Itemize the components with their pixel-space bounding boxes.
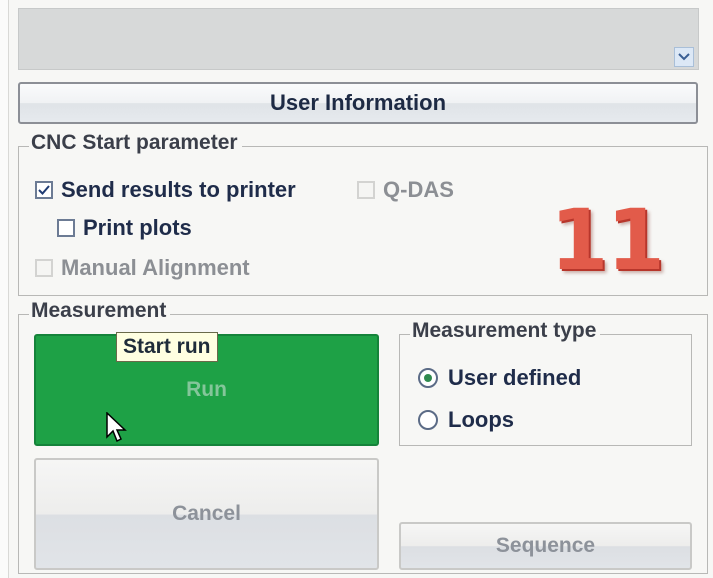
measurement-group-title: Measurement (29, 299, 171, 323)
user-information-label: User Information (269, 90, 447, 115)
radio-selected-dot (424, 374, 432, 382)
send-results-checkbox-row[interactable]: Send results to printer (35, 177, 296, 203)
start-run-tooltip: Start run (116, 332, 218, 362)
manual-alignment-label: Manual Alignment (61, 255, 250, 280)
sequence-button[interactable]: Sequence (399, 522, 692, 570)
measurement-type-title: Measurement type (410, 319, 601, 343)
checkmark-icon (38, 185, 50, 195)
manual-alignment-checkbox[interactable] (35, 259, 53, 277)
user-defined-label: User defined (448, 365, 582, 390)
sequence-label: Sequence (495, 534, 596, 557)
qdas-checkbox-row[interactable]: Q-DAS (357, 177, 454, 203)
run-label: Run (186, 378, 227, 401)
manual-alignment-checkbox-row[interactable]: Manual Alignment (35, 255, 250, 281)
panel: User Information CNC Start parameter Sen… (0, 0, 713, 578)
qdas-label: Q-DAS (383, 177, 454, 202)
left-edge (0, 0, 9, 578)
chevron-down-icon[interactable] (674, 47, 694, 67)
mouse-pointer-icon (106, 411, 128, 449)
user-defined-radio-row[interactable]: User defined (418, 365, 581, 391)
user-defined-radio[interactable] (418, 368, 438, 388)
program-dropdown[interactable] (18, 8, 699, 70)
loops-label: Loops (448, 407, 514, 432)
qdas-checkbox[interactable] (357, 181, 375, 199)
step-number-annotation: 11 (550, 191, 665, 289)
cnc-group-title: CNC Start parameter (29, 131, 242, 155)
measurement-type-group: Measurement type User defined Loops (399, 319, 692, 446)
send-results-label: Send results to printer (61, 177, 296, 202)
cancel-label: Cancel (172, 502, 241, 525)
cancel-button[interactable]: Cancel (34, 458, 379, 570)
print-plots-checkbox-row[interactable]: Print plots (57, 215, 192, 241)
send-results-checkbox[interactable] (35, 181, 53, 199)
loops-radio-row[interactable]: Loops (418, 407, 514, 433)
print-plots-label: Print plots (83, 215, 192, 240)
loops-radio[interactable] (418, 410, 438, 430)
print-plots-checkbox[interactable] (57, 219, 75, 237)
user-information-button[interactable]: User Information (18, 82, 698, 124)
